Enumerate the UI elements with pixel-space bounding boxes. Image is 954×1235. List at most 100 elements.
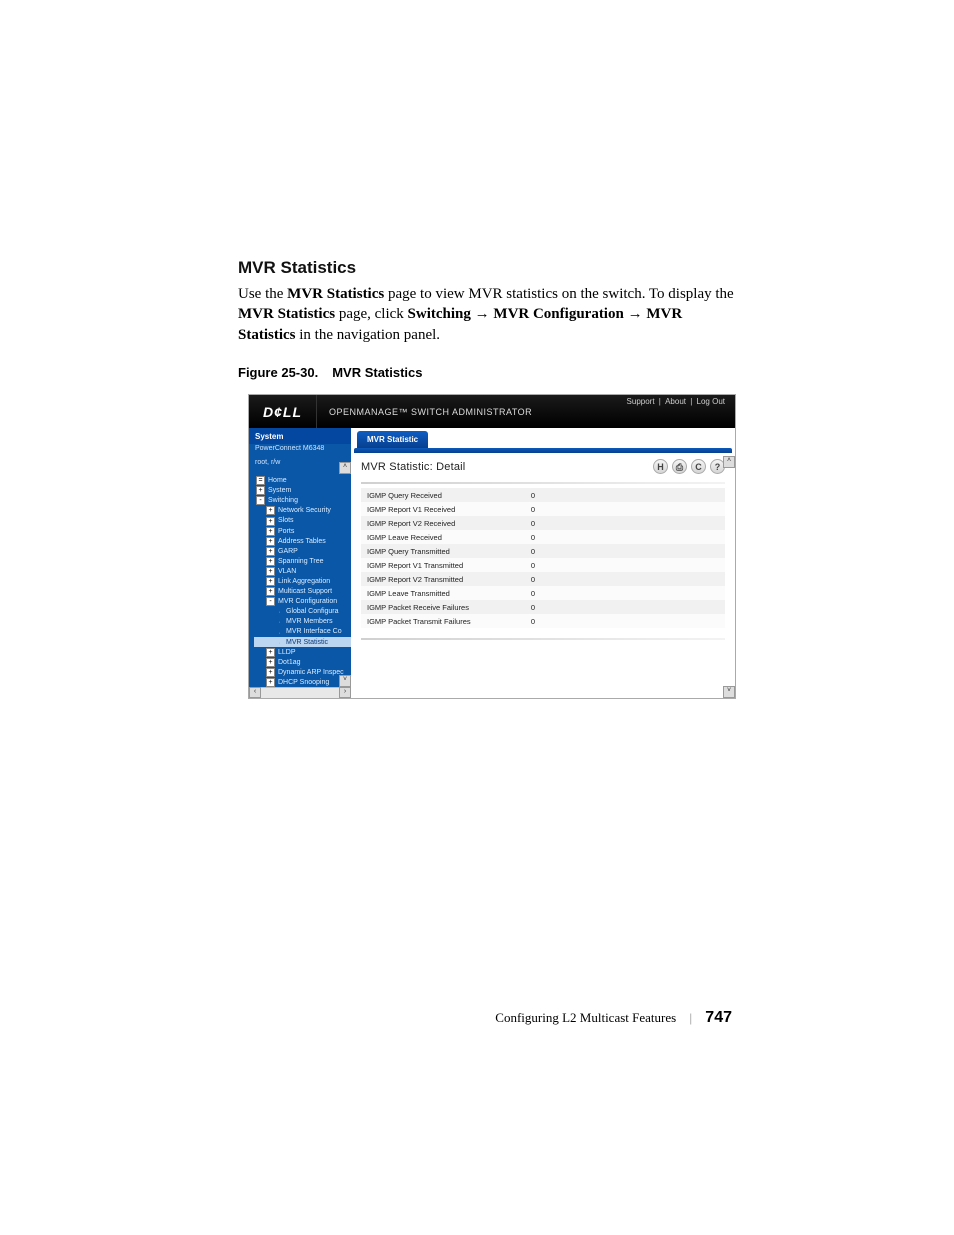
tree-item-label: Slots [278, 516, 294, 525]
panel-title: MVR Statistic: Detail [361, 461, 465, 473]
footer-chapter: Configuring L2 Multicast Features [495, 1010, 676, 1025]
tree-item-label: MVR Statistic [286, 638, 328, 647]
stat-label: IGMP Leave Transmitted [361, 586, 525, 600]
section-heading: MVR Statistics [238, 258, 738, 278]
main-scroll-down-icon[interactable]: ˅ [723, 686, 735, 698]
print-icon[interactable]: ⎙ [672, 459, 687, 474]
tree-item[interactable]: +Ports [254, 526, 351, 536]
expand-icon: + [266, 658, 275, 667]
tree-item[interactable]: +Network Security [254, 506, 351, 516]
tree-item[interactable]: ·MVR Members [254, 617, 351, 627]
table-row: IGMP Query Transmitted0 [361, 544, 725, 558]
table-row: IGMP Leave Transmitted0 [361, 586, 725, 600]
home-icon: = [256, 476, 265, 485]
tree-item-label: Link Aggregation [278, 577, 330, 586]
stat-label: IGMP Packet Transmit Failures [361, 614, 525, 628]
stat-value: 0 [525, 586, 725, 600]
expand-icon: + [266, 527, 275, 536]
tree-item-label: Spanning Tree [278, 557, 324, 566]
text: → [624, 306, 647, 322]
expand-icon: + [266, 557, 275, 566]
stat-value: 0 [525, 530, 725, 544]
tab-mvr-statistic[interactable]: MVR Statistic [357, 431, 428, 448]
expand-icon: + [266, 547, 275, 556]
header-links: Support | About | Log Out [625, 397, 727, 406]
stat-label: IGMP Query Received [361, 488, 525, 502]
tree-item[interactable]: =Home [254, 476, 351, 486]
text: → [471, 306, 494, 322]
expand-icon: + [266, 678, 275, 687]
tree-item[interactable]: +Slots [254, 516, 351, 526]
tree-item[interactable]: +LLDP [254, 647, 351, 657]
footer-separator: | [689, 1010, 692, 1025]
body-paragraph: Use the MVR Statistics page to view MVR … [238, 284, 738, 345]
tree-item[interactable]: +VLAN [254, 566, 351, 576]
stat-value: 0 [525, 600, 725, 614]
tree-item[interactable]: +Multicast Support [254, 587, 351, 597]
tree-item[interactable]: +System [254, 486, 351, 496]
sidebar-scroll-up-icon[interactable]: ˄ [339, 462, 351, 474]
expand-icon: + [266, 648, 275, 657]
tree-item-label: LLDP [278, 648, 296, 657]
tree-item[interactable]: -Switching [254, 496, 351, 506]
stat-value: 0 [525, 502, 725, 516]
link-support[interactable]: Support [627, 397, 655, 406]
main-panel: MVR Statistic MVR Statistic: Detail H ⎙ … [351, 428, 735, 698]
footer-page-number: 747 [705, 1009, 732, 1026]
tree-item[interactable]: +GARP [254, 546, 351, 556]
main-scroll-up-icon[interactable]: ˄ [723, 456, 735, 468]
sidebar-device: PowerConnect M6348 [249, 444, 351, 458]
tree-item-label: Network Security [278, 506, 331, 515]
stat-value: 0 [525, 516, 725, 530]
tree-item-label: MVR Interface Co [286, 627, 342, 636]
refresh-icon[interactable]: C [691, 459, 706, 474]
table-row: IGMP Leave Received0 [361, 530, 725, 544]
table-row: IGMP Report V2 Received0 [361, 516, 725, 530]
table-row: IGMP Report V1 Received0 [361, 502, 725, 516]
tree-leaf-icon: · [276, 629, 283, 636]
tree-item[interactable]: +Dynamic ARP Inspec [254, 667, 351, 677]
link-about[interactable]: About [665, 397, 686, 406]
expand-icon: + [266, 668, 275, 677]
expand-icon: + [266, 506, 275, 515]
tree-item[interactable]: ·MVR Interface Co [254, 627, 351, 637]
tree-item-label: DHCP Snooping [278, 678, 329, 687]
tree-item[interactable]: ·MVR Statistic [254, 637, 351, 647]
stat-value: 0 [525, 614, 725, 628]
tree-item[interactable]: +Link Aggregation [254, 577, 351, 587]
nav-tree: =Home+System-Switching+Network Security+… [249, 473, 351, 698]
scroll-left-icon[interactable]: ‹ [249, 687, 261, 698]
stats-table: IGMP Query Received0IGMP Report V1 Recei… [361, 488, 725, 628]
tree-item-label: VLAN [278, 567, 296, 576]
tree-item-label: Address Tables [278, 537, 326, 546]
tree-item[interactable]: +Dot1ag [254, 657, 351, 667]
divider [361, 482, 725, 484]
text: Use the [238, 286, 287, 302]
tree-item[interactable]: +Spanning Tree [254, 556, 351, 566]
tree-item-label: Global Configura [286, 607, 339, 616]
figure-caption: Figure 25-30. MVR Statistics [238, 365, 738, 380]
tree-item[interactable]: ·Global Configura [254, 607, 351, 617]
stat-label: IGMP Query Transmitted [361, 544, 525, 558]
figure-title: MVR Statistics [332, 365, 422, 380]
save-icon[interactable]: H [653, 459, 668, 474]
figure-number: Figure 25-30. [238, 365, 318, 380]
link-logout[interactable]: Log Out [697, 397, 725, 406]
divider [361, 638, 725, 640]
stat-label: IGMP Report V1 Transmitted [361, 558, 525, 572]
scroll-right-icon[interactable]: › [339, 687, 351, 698]
sidebar-hscroll[interactable]: ‹ › [249, 687, 351, 698]
tree-item[interactable]: +Address Tables [254, 536, 351, 546]
sidebar-scroll-down-icon[interactable]: ˅ [339, 675, 351, 687]
stat-label: IGMP Report V2 Transmitted [361, 572, 525, 586]
tree-item-label: Dynamic ARP Inspec [278, 668, 344, 677]
tree-item-label: Ports [278, 527, 294, 536]
sidebar-title: System [249, 428, 351, 444]
table-row: IGMP Packet Transmit Failures0 [361, 614, 725, 628]
tree-item[interactable]: -MVR Configuration [254, 597, 351, 607]
text: in the navigation panel. [296, 327, 441, 343]
table-row: IGMP Report V2 Transmitted0 [361, 572, 725, 586]
stat-value: 0 [525, 488, 725, 502]
tree-leaf-icon: · [276, 608, 283, 615]
expand-icon: + [266, 587, 275, 596]
